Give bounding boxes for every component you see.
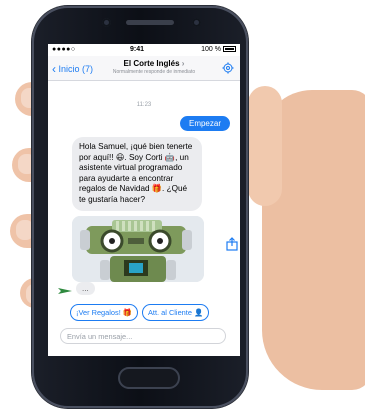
chat-title-block[interactable]: El Corte Inglés › Normalmente responde d…	[104, 59, 204, 75]
share-icon[interactable]	[226, 237, 238, 251]
hand-thumb	[248, 86, 282, 206]
chat-header: ‹ Inicio (7) El Corte Inglés › Normalmen…	[48, 56, 240, 81]
phone-device: ●●●●○ 9:41 100 % ‹ Inicio (7) El Corte I…	[32, 6, 248, 408]
phone-speaker	[126, 20, 174, 25]
status-bar: ●●●●○ 9:41 100 %	[48, 44, 240, 56]
bot-message-bubble: Hola Samuel, ¡qué bien tenerte por aquí!…	[72, 137, 202, 211]
home-button[interactable]	[118, 367, 180, 389]
message-input-placeholder: Envía un mensaje...	[67, 332, 133, 341]
message-timestamp: 11:23	[136, 102, 152, 108]
chevron-left-icon: ‹	[52, 62, 56, 76]
sensor	[192, 18, 201, 27]
battery-text: 100 %	[201, 46, 221, 53]
bot-avatar-icon	[58, 288, 72, 294]
message-input[interactable]: Envía un mensaje...	[60, 328, 226, 344]
battery-icon	[223, 46, 236, 52]
user-message-bubble: Empezar	[179, 116, 230, 131]
status-time: 9:41	[130, 46, 145, 53]
quick-reply-ver-regalos[interactable]: ¡Ver Regalos! 🎁	[70, 304, 139, 321]
chat-title: El Corte Inglés ›	[123, 59, 185, 68]
typing-indicator: ...	[76, 282, 95, 295]
robot-illustration	[72, 216, 204, 282]
quick-reply-atencion-cliente[interactable]: Att. al Cliente 👤	[142, 304, 210, 321]
chat-subtitle: Normalmente responde de inmediato	[112, 69, 196, 75]
front-camera	[102, 18, 111, 27]
battery-indicator: 100 %	[201, 46, 236, 53]
signal-indicator: ●●●●○	[52, 46, 76, 53]
back-button[interactable]: ‹ Inicio (7)	[52, 62, 93, 76]
phone-screen: ●●●●○ 9:41 100 % ‹ Inicio (7) El Corte I…	[48, 44, 240, 356]
robot-image[interactable]	[72, 216, 204, 282]
back-label: Inicio (7)	[58, 64, 94, 74]
gear-icon[interactable]	[222, 62, 234, 74]
